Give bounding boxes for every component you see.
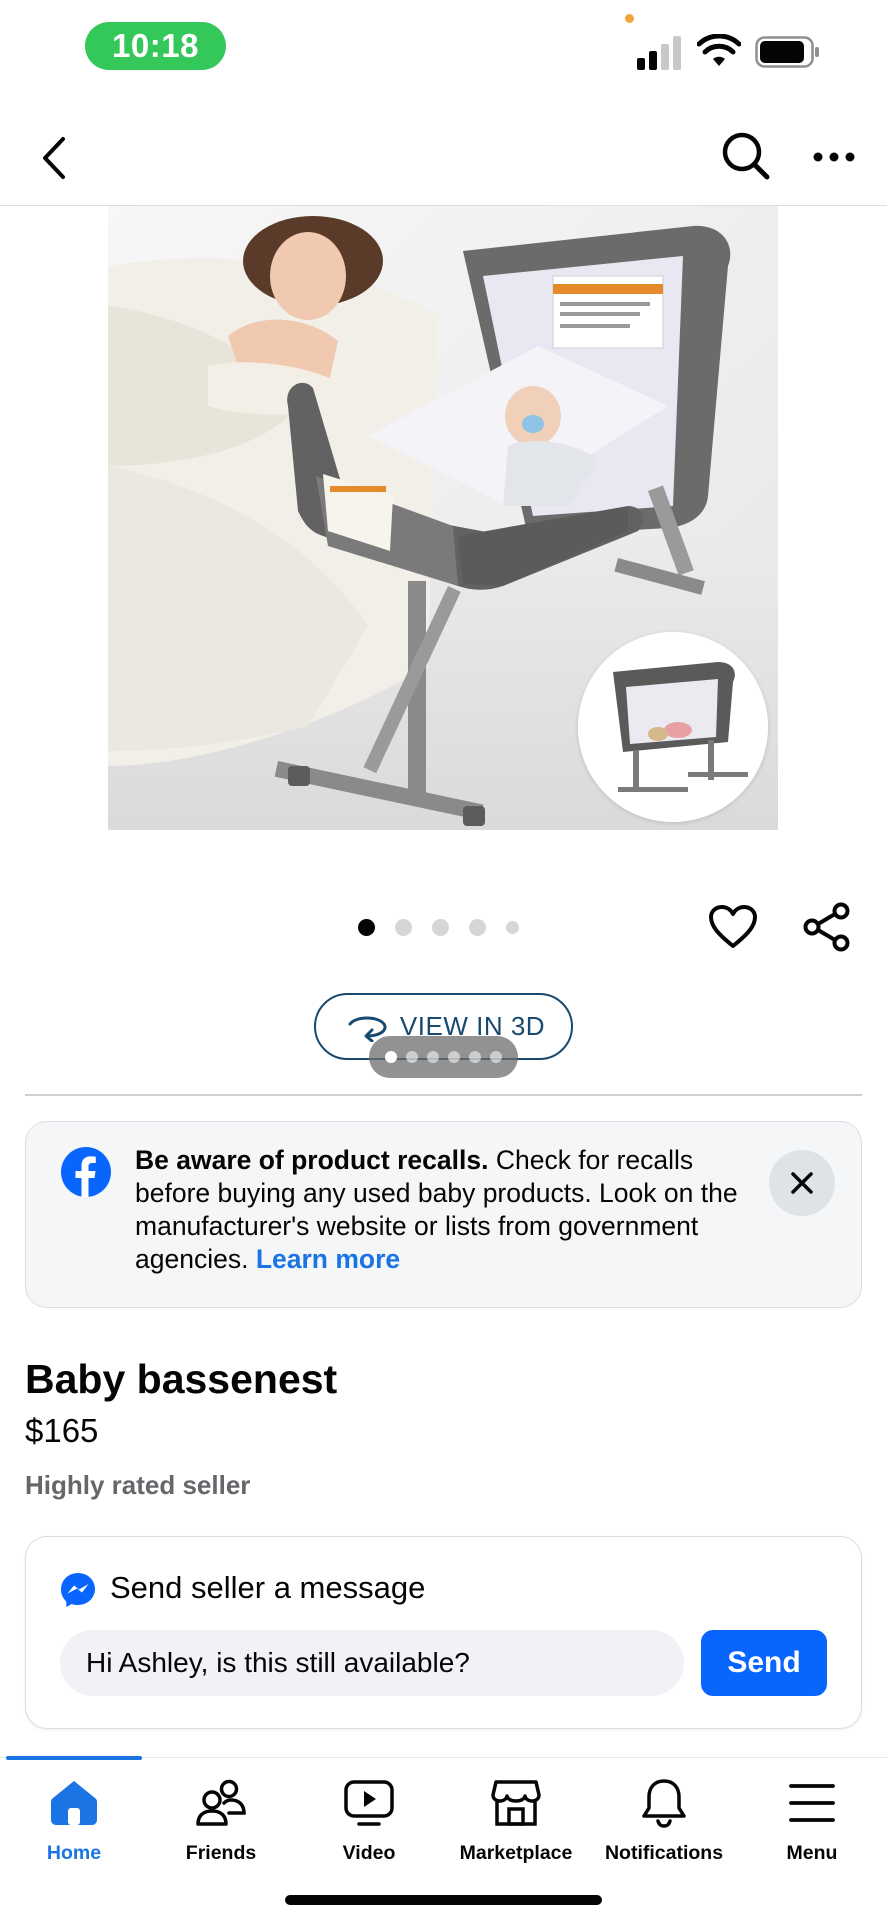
- privacy-indicator-dot: [625, 14, 634, 23]
- seller-rating-badge: Highly rated seller: [25, 1470, 251, 1500]
- pagination-dot[interactable]: [506, 920, 519, 934]
- carousel-dot: [469, 1051, 481, 1063]
- pagination-dot[interactable]: [432, 918, 449, 936]
- tab-marketplace-label: Marketplace: [459, 1842, 573, 1864]
- wifi-icon: [697, 34, 741, 66]
- tab-notifications[interactable]: Notifications: [590, 1776, 738, 1876]
- marketplace-icon: [489, 1776, 543, 1830]
- send-message-button[interactable]: Send: [701, 1630, 827, 1696]
- search-button[interactable]: [718, 126, 774, 186]
- tab-notifications-label: Notifications: [604, 1842, 724, 1864]
- top-nav-bar: [0, 110, 887, 206]
- save-listing-button[interactable]: [706, 900, 760, 954]
- pagination-dot[interactable]: [395, 918, 412, 936]
- home-icon: [47, 1776, 101, 1830]
- carousel-dot: [427, 1051, 439, 1063]
- carousel-dot-active: [385, 1051, 397, 1063]
- messenger-icon: [61, 1573, 95, 1607]
- section-divider: [25, 1094, 862, 1096]
- close-icon: [791, 1172, 813, 1194]
- bell-icon: [637, 1776, 691, 1830]
- learn-more-link[interactable]: Learn more: [256, 1244, 400, 1274]
- video-icon: [342, 1776, 396, 1830]
- recall-heading: Be aware of product recalls.: [135, 1145, 489, 1175]
- facebook-logo-icon: [61, 1147, 111, 1197]
- pagination-dot[interactable]: [469, 918, 486, 936]
- carousel-dot: [490, 1051, 502, 1063]
- more-options-button[interactable]: [806, 132, 862, 182]
- tab-marketplace[interactable]: Marketplace: [442, 1776, 590, 1876]
- back-button[interactable]: [28, 130, 80, 186]
- pagination-dot-active[interactable]: [358, 918, 375, 936]
- tab-friends-label: Friends: [185, 1842, 257, 1864]
- cellular-signal-icon: [637, 36, 681, 70]
- product-recall-notice: Be aware of product recalls. Check for r…: [25, 1121, 862, 1308]
- tab-video-label: Video: [342, 1842, 396, 1864]
- tab-friends[interactable]: Friends: [147, 1776, 295, 1876]
- friends-icon: [194, 1776, 248, 1830]
- search-icon: [722, 132, 770, 180]
- carousel-dot: [448, 1051, 460, 1063]
- recall-notice-text: Be aware of product recalls. Check for r…: [135, 1144, 755, 1276]
- share-icon: [803, 902, 850, 952]
- tab-menu-label: Menu: [786, 1842, 838, 1864]
- share-listing-button[interactable]: [800, 900, 854, 954]
- listing-price: $165: [25, 1412, 99, 1449]
- tab-video[interactable]: Video: [295, 1776, 443, 1876]
- image-pagination-dots: [358, 918, 519, 936]
- listing-title: Baby bassenest: [25, 1356, 338, 1402]
- product-photo[interactable]: [108, 206, 778, 830]
- tab-menu[interactable]: Menu: [738, 1776, 886, 1876]
- status-time: 10:18: [85, 22, 226, 70]
- battery-icon: [755, 36, 819, 68]
- menu-icon: [785, 1776, 839, 1830]
- status-bar: 10:18: [0, 0, 887, 96]
- chevron-left-icon: [43, 137, 65, 179]
- more-horizontal-icon: [813, 152, 855, 162]
- message-seller-card: Send seller a message Hi Ashley, is this…: [25, 1536, 862, 1729]
- dismiss-recall-button[interactable]: [769, 1150, 835, 1216]
- heart-icon: [709, 905, 757, 948]
- inset-product-thumbnail: [578, 632, 768, 822]
- carousel-dot: [406, 1051, 418, 1063]
- bassinet-thumbnail-illustration: [578, 632, 768, 822]
- active-tab-indicator: [6, 1756, 142, 1760]
- tab-home[interactable]: Home: [0, 1776, 148, 1876]
- carousel-position-indicator: [369, 1036, 518, 1078]
- message-card-header: Send seller a message: [110, 1570, 426, 1605]
- home-indicator-bar[interactable]: [285, 1895, 602, 1905]
- message-input[interactable]: Hi Ashley, is this still available?: [60, 1630, 684, 1696]
- tab-home-label: Home: [46, 1842, 102, 1864]
